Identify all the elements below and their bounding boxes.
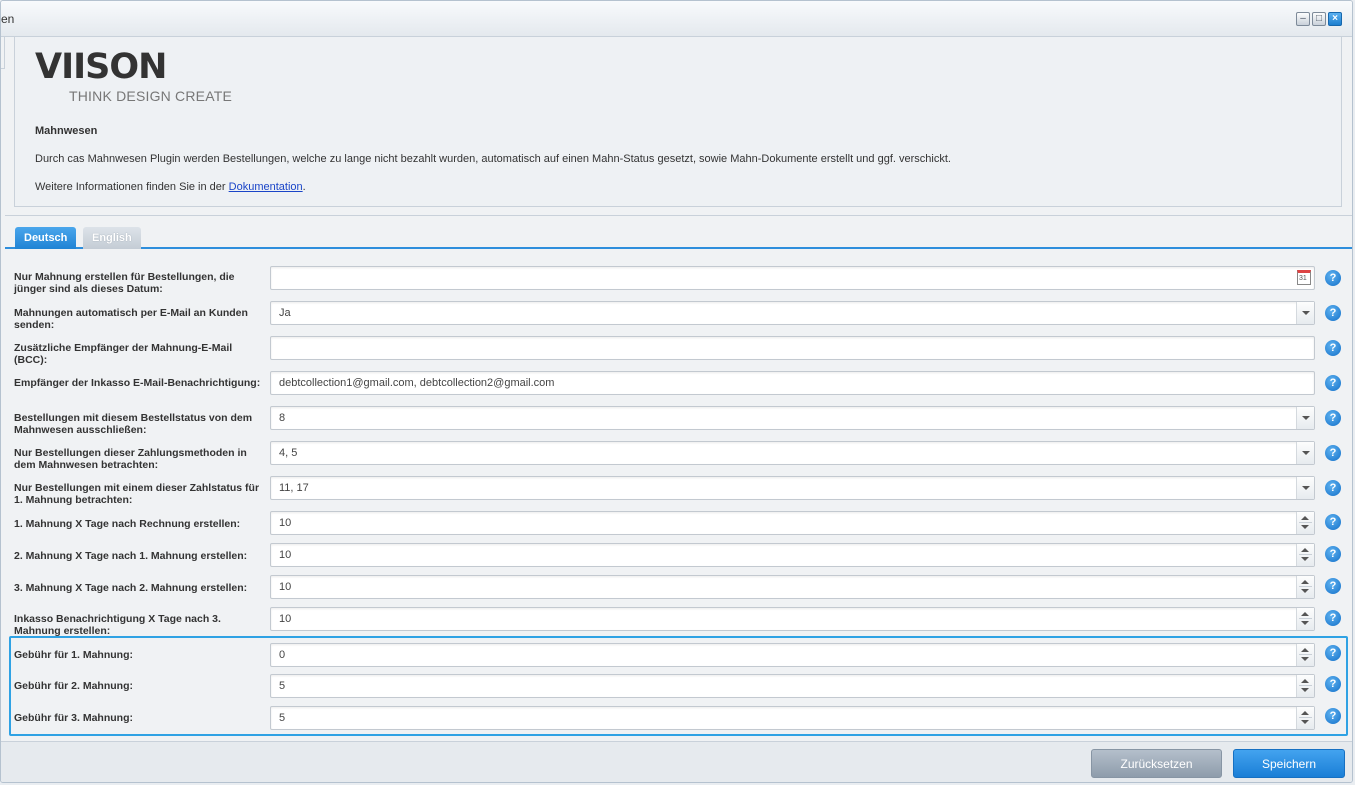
plugin-header: VIISON THINK DESIGN CREATE Mahnwesen Dur… — [14, 37, 1342, 207]
field-value: 11, 17 — [279, 482, 309, 494]
field-label: Bestellungen mit diesem Bestellstatus vo… — [14, 412, 253, 436]
maximize-icon[interactable]: □ — [1312, 12, 1326, 26]
field-label: Zusätzliche Empfänger der Mahnung-E-Mail… — [14, 342, 233, 366]
help-icon[interactable]: ? — [1325, 375, 1341, 391]
help-icon[interactable]: ? — [1325, 445, 1341, 461]
highlight-frame — [9, 636, 1348, 736]
inkasso-recipients-input[interactable]: debtcollection1@gmail.com, debtcollectio… — [270, 371, 1315, 395]
help-icon[interactable]: ? — [1325, 340, 1341, 356]
field-value: 10 — [279, 517, 292, 529]
chevron-down-icon[interactable] — [1296, 477, 1314, 499]
first-reminder-days-stepper[interactable]: 10 — [270, 511, 1315, 535]
viison-logo: VIISON — [35, 47, 167, 87]
spinner-icon[interactable] — [1296, 576, 1314, 598]
field-label: Empfänger der Inkasso E-Mail-Benachricht… — [14, 377, 261, 389]
excluded-status-select[interactable]: 8 — [270, 406, 1315, 430]
plugin-description: Durch cas Mahnwesen Plugin werden Bestel… — [35, 153, 951, 165]
field-value: 10 — [279, 549, 292, 561]
payment-status-select[interactable]: 11, 17 — [270, 476, 1315, 500]
plugin-title: Mahnwesen — [35, 125, 98, 137]
payment-methods-select[interactable]: 4, 5 — [270, 441, 1315, 465]
help-icon[interactable]: ? — [1325, 610, 1341, 626]
tab-deutsch[interactable]: Deutsch — [15, 227, 77, 249]
chevron-down-icon[interactable] — [1296, 442, 1314, 464]
field-label: 3. Mahnung X Tage nach 2. Mahnung erstel… — [14, 582, 248, 594]
window-title: en — [1, 12, 15, 26]
third-reminder-days-stepper[interactable]: 10 — [270, 575, 1315, 599]
inkasso-days-stepper[interactable]: 10 — [270, 607, 1315, 631]
field-value: Ja — [279, 307, 291, 319]
window-footer: Zurücksetzen Speichern — [1, 741, 1352, 782]
calendar-icon[interactable] — [1297, 270, 1311, 285]
info-suffix: . — [302, 181, 306, 193]
bcc-recipients-input[interactable] — [270, 336, 1315, 360]
window-controls: – □ × — [1296, 12, 1342, 26]
field-label: 2. Mahnung X Tage nach 1. Mahnung erstel… — [14, 550, 248, 562]
field-label: Mahnungen automatisch per E-Mail an Kund… — [14, 307, 248, 331]
chevron-down-icon[interactable] — [1296, 302, 1314, 324]
left-panel-edge — [1, 37, 5, 69]
second-reminder-days-stepper[interactable]: 10 — [270, 543, 1315, 567]
reset-button[interactable]: Zurücksetzen — [1091, 749, 1222, 778]
help-icon[interactable]: ? — [1325, 270, 1341, 286]
auto-email-select[interactable]: Ja — [270, 301, 1315, 325]
field-label: Nur Bestellungen mit einem dieser Zahlst… — [14, 482, 260, 506]
field-label: Nur Bestellungen dieser Zahlungsmethoden… — [14, 447, 247, 471]
field-value: 8 — [279, 412, 286, 424]
close-icon[interactable]: × — [1328, 12, 1342, 26]
minimize-icon[interactable]: – — [1296, 12, 1310, 26]
field-value: debtcollection1@gmail.com, debtcollectio… — [279, 377, 555, 389]
tab-english[interactable]: English — [83, 227, 141, 249]
spinner-icon[interactable] — [1296, 608, 1314, 630]
chevron-down-icon[interactable] — [1296, 407, 1314, 429]
field-value: 10 — [279, 613, 292, 625]
info-prefix: Weitere Informationen finden Sie in der — [35, 181, 229, 193]
min-order-date-input[interactable] — [270, 266, 1315, 290]
field-label: Nur Mahnung erstellen für Bestellungen, … — [14, 271, 235, 295]
field-value: 4, 5 — [279, 447, 298, 459]
field-value: 10 — [279, 581, 292, 593]
help-icon[interactable]: ? — [1325, 480, 1341, 496]
help-icon[interactable]: ? — [1325, 514, 1341, 530]
logo-tagline: THINK DESIGN CREATE — [69, 88, 233, 104]
window-titlebar[interactable]: en – □ × — [1, 1, 1352, 37]
plugin-info: Weitere Informationen finden Sie in der … — [35, 181, 306, 193]
plugin-config-window: en – □ × VIISON THINK DESIGN CREATE Mahn… — [0, 0, 1353, 783]
help-icon[interactable]: ? — [1325, 410, 1341, 426]
field-label: 1. Mahnung X Tage nach Rechnung erstelle… — [14, 518, 241, 530]
language-tabs: Deutsch English — [5, 215, 1352, 249]
field-label: Inkasso Benachrichtigung X Tage nach 3. … — [14, 613, 221, 637]
spinner-icon[interactable] — [1296, 544, 1314, 566]
documentation-link[interactable]: Dokumentation — [229, 181, 303, 193]
help-icon[interactable]: ? — [1325, 546, 1341, 562]
save-button[interactable]: Speichern — [1233, 749, 1345, 778]
help-icon[interactable]: ? — [1325, 305, 1341, 321]
help-icon[interactable]: ? — [1325, 578, 1341, 594]
spinner-icon[interactable] — [1296, 512, 1314, 534]
